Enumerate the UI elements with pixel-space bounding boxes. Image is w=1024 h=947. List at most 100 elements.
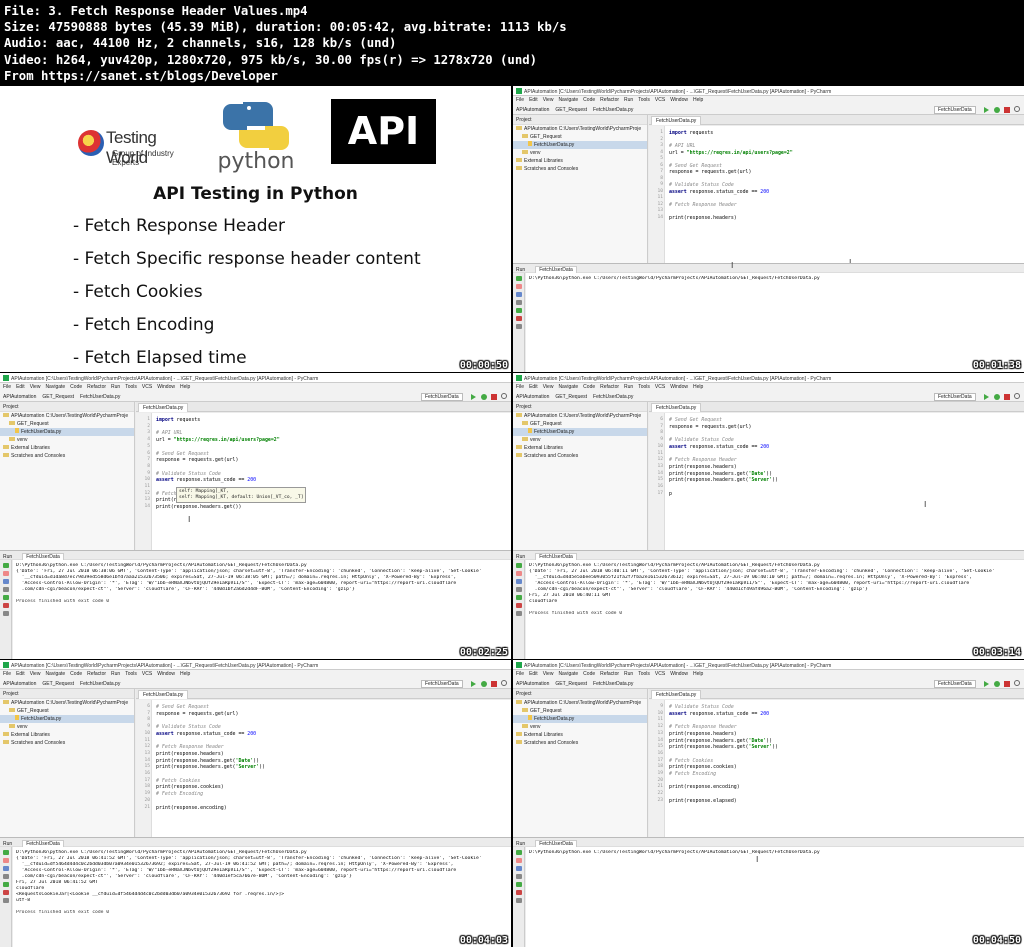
tree-item[interactable]: APIAutomation C:\Users\TestingWorld\Pych… xyxy=(0,412,134,420)
menu-item-vcs[interactable]: VCS xyxy=(142,671,152,677)
tree-item[interactable]: GET_Request xyxy=(513,133,647,141)
menu-item-vcs[interactable]: VCS xyxy=(142,384,152,390)
print-icon[interactable] xyxy=(516,587,522,592)
breadcrumb-1[interactable]: APIAutomation xyxy=(3,681,36,687)
menu-item-file[interactable]: File xyxy=(516,671,524,677)
project-panel-header[interactable]: Project xyxy=(0,689,134,699)
run-console-output[interactable]: D:\Python36\python.exe C:/Users/TestingW… xyxy=(13,560,511,659)
tree-item[interactable]: Scratches and Consoles xyxy=(513,452,647,460)
tree-item[interactable]: External Libraries xyxy=(513,731,647,739)
menu-item-code[interactable]: Code xyxy=(583,671,595,677)
print-icon[interactable] xyxy=(516,874,522,879)
rerun-icon[interactable] xyxy=(3,563,9,568)
menu-item-help[interactable]: Help xyxy=(180,671,190,677)
breadcrumb-1[interactable]: APIAutomation xyxy=(516,681,549,687)
tree-item[interactable]: GET_Request xyxy=(0,420,134,428)
breadcrumb-1[interactable]: APIAutomation xyxy=(516,107,549,113)
menu-item-edit[interactable]: Edit xyxy=(529,384,538,390)
menu-item-navigate[interactable]: Navigate xyxy=(45,384,65,390)
tree-item[interactable]: Scratches and Consoles xyxy=(0,739,134,747)
search-icon[interactable] xyxy=(1014,393,1020,399)
tab-fetchuserdata[interactable]: FetchUserData.py xyxy=(651,116,702,125)
breadcrumb-3[interactable]: FetchUserData.py xyxy=(593,107,633,113)
menu-item-view[interactable]: View xyxy=(543,97,554,103)
settings-icon[interactable] xyxy=(516,898,522,903)
rerun-icon[interactable] xyxy=(516,850,522,855)
menu-item-navigate[interactable]: Navigate xyxy=(558,384,578,390)
project-panel-header[interactable]: Project xyxy=(513,689,647,699)
tab-fetchuserdata[interactable]: FetchUserData.py xyxy=(138,690,189,699)
code-editor[interactable]: 1 import requests 2 3 # API URL 4 url = "https… xyxy=(649,126,1024,267)
menu-item-refactor[interactable]: Refactor xyxy=(600,97,619,103)
tree-item[interactable]: External Libraries xyxy=(0,731,134,739)
stop-run-icon[interactable] xyxy=(3,858,9,863)
breadcrumb-3[interactable]: FetchUserData.py xyxy=(80,681,120,687)
menu-item-help[interactable]: Help xyxy=(693,671,703,677)
stop-run-icon[interactable] xyxy=(516,284,522,289)
run-config-select[interactable]: FetchUserData xyxy=(421,393,463,401)
menu-item-refactor[interactable]: Refactor xyxy=(87,671,106,677)
print-icon[interactable] xyxy=(516,300,522,305)
search-icon[interactable] xyxy=(501,680,507,686)
menu-item-run[interactable]: Run xyxy=(624,384,633,390)
tab-fetchuserdata[interactable]: FetchUserData.py xyxy=(651,403,702,412)
menu-item-file[interactable]: File xyxy=(3,671,11,677)
pin-icon[interactable] xyxy=(3,595,9,600)
search-icon[interactable] xyxy=(501,393,507,399)
menu-item-navigate[interactable]: Navigate xyxy=(45,671,65,677)
menu-item-run[interactable]: Run xyxy=(111,384,120,390)
stop-icon[interactable] xyxy=(1004,107,1010,113)
settings-icon[interactable] xyxy=(516,324,522,329)
code-editor[interactable]: 6 # Send Get Request 7 response = requests.… xyxy=(136,700,511,849)
scroll-icon[interactable] xyxy=(516,292,522,297)
menu-item-view[interactable]: View xyxy=(30,384,41,390)
run-icon[interactable] xyxy=(984,394,989,400)
menu-item-tools[interactable]: Tools xyxy=(638,384,650,390)
close-run-icon[interactable] xyxy=(516,890,522,895)
scroll-icon[interactable] xyxy=(3,579,9,584)
stop-run-icon[interactable] xyxy=(3,571,9,576)
rerun-icon[interactable] xyxy=(516,276,522,281)
menu-item-edit[interactable]: Edit xyxy=(16,671,25,677)
menu-item-vcs[interactable]: VCS xyxy=(655,384,665,390)
run-config-select[interactable]: FetchUserData xyxy=(934,393,976,401)
run-icon[interactable] xyxy=(471,681,476,687)
tree-item[interactable]: FetchUserData.py xyxy=(513,428,647,436)
menu-item-window[interactable]: Window xyxy=(670,671,688,677)
tree-item[interactable]: venv xyxy=(0,436,134,444)
tree-item[interactable]: External Libraries xyxy=(513,444,647,452)
menu-item-file[interactable]: File xyxy=(3,384,11,390)
run-config-select[interactable]: FetchUserData xyxy=(934,680,976,688)
stop-icon[interactable] xyxy=(491,394,497,400)
menu-item-navigate[interactable]: Navigate xyxy=(558,671,578,677)
pin-icon[interactable] xyxy=(516,308,522,313)
tree-item[interactable]: FetchUserData.py xyxy=(0,715,134,723)
close-run-icon[interactable] xyxy=(516,316,522,321)
menu-item-code[interactable]: Code xyxy=(583,97,595,103)
tree-item[interactable]: APIAutomation C:\Users\TestingWorld\Pych… xyxy=(513,699,647,707)
code-editor[interactable]: 6 # Send Get Request 7 response = requests.… xyxy=(649,413,1024,550)
search-icon[interactable] xyxy=(1014,106,1020,112)
scroll-icon[interactable] xyxy=(516,579,522,584)
menu-item-refactor[interactable]: Refactor xyxy=(600,384,619,390)
run-config-select[interactable]: FetchUserData xyxy=(934,106,976,114)
menu-item-tools[interactable]: Tools xyxy=(125,671,137,677)
pin-icon[interactable] xyxy=(516,882,522,887)
code-editor[interactable]: 1 import requests 2 3 # API URL 4 url = "https… xyxy=(136,413,511,550)
menu-item-edit[interactable]: Edit xyxy=(16,384,25,390)
tree-item[interactable]: Scratches and Consoles xyxy=(0,452,134,460)
project-panel-header[interactable]: Project xyxy=(0,402,134,412)
debug-icon[interactable] xyxy=(481,681,487,687)
run-console-output[interactable]: D:\Python36\python.exe C:/Users/TestingW… xyxy=(526,560,1024,659)
breadcrumb-2[interactable]: GET_Request xyxy=(555,107,587,113)
scroll-icon[interactable] xyxy=(3,866,9,871)
breadcrumb-2[interactable]: GET_Request xyxy=(555,681,587,687)
run-config-select[interactable]: FetchUserData xyxy=(421,680,463,688)
debug-icon[interactable] xyxy=(481,394,487,400)
scroll-icon[interactable] xyxy=(516,866,522,871)
menu-item-vcs[interactable]: VCS xyxy=(655,97,665,103)
tree-item[interactable]: FetchUserData.py xyxy=(0,428,134,436)
run-icon[interactable] xyxy=(984,107,989,113)
tree-item[interactable]: External Libraries xyxy=(513,157,647,165)
rerun-icon[interactable] xyxy=(516,563,522,568)
